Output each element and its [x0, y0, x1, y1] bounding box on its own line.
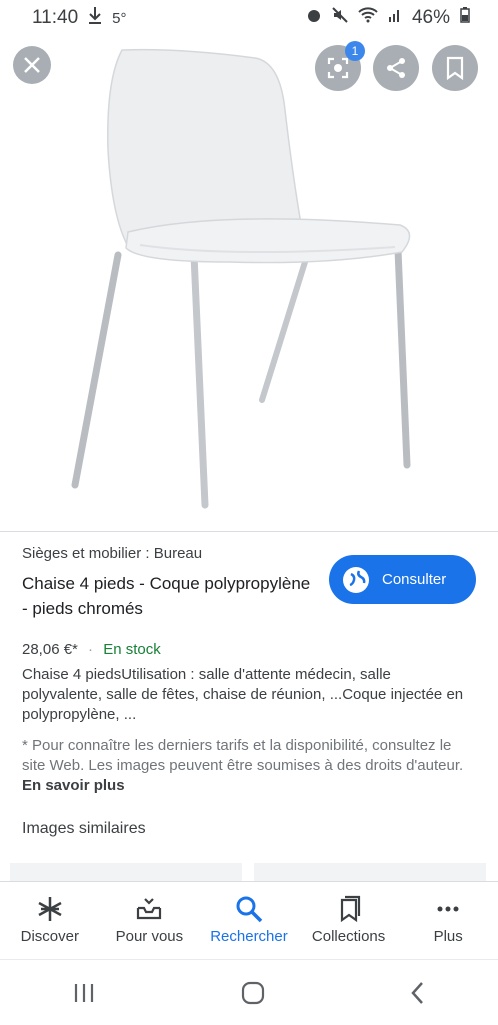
product-category: Sièges et mobilier : Bureau: [22, 545, 203, 562]
product-image[interactable]: [0, 0, 498, 530]
recent-apps-icon[interactable]: [72, 982, 96, 1004]
save-button[interactable]: [432, 45, 478, 91]
battery-icon: [460, 7, 470, 29]
chair-icon: [71, 48, 411, 509]
image-divider: [0, 531, 498, 532]
nav-collections-label: Collections: [311, 928, 386, 945]
status-temp: 5°: [112, 9, 127, 27]
system-nav-bar: [0, 959, 498, 1025]
back-icon[interactable]: [410, 981, 426, 1005]
home-icon[interactable]: [241, 981, 265, 1005]
nav-more-label: Plus: [433, 928, 463, 945]
nav-search[interactable]: Rechercher: [199, 882, 299, 960]
lens-icon: [327, 57, 349, 79]
price-separator: ·: [83, 641, 98, 658]
disclaimer: * Pour connaître les derniers tarifs et …: [22, 736, 474, 796]
similar-thumb-1[interactable]: [10, 863, 242, 883]
inbox-icon: [137, 898, 162, 920]
product-description: Chaise 4 piedsUtilisation : salle d'atte…: [22, 666, 464, 723]
lens-button[interactable]: 1: [315, 41, 365, 91]
similar-images-heading: Images similaires: [22, 820, 146, 837]
stock-status: En stock: [103, 641, 161, 658]
consult-button[interactable]: Consulter: [329, 555, 476, 604]
nav-for-you-label: Pour vous: [115, 928, 184, 945]
signal-icon: [388, 7, 402, 29]
nav-discover-label: Discover: [20, 928, 79, 945]
status-bar: 11:40 5° 46%: [0, 0, 498, 36]
nav-collections[interactable]: Collections: [299, 882, 399, 960]
bookmark-icon: [446, 56, 464, 80]
share-button[interactable]: [373, 45, 419, 91]
more-icon: [437, 906, 459, 912]
mute-icon: [332, 7, 348, 29]
nav-more[interactable]: Plus: [398, 882, 498, 960]
status-time: 11:40: [32, 7, 79, 28]
download-icon: [88, 6, 102, 30]
similar-thumb-2[interactable]: [254, 863, 486, 883]
learn-more-link[interactable]: En savoir plus: [22, 777, 125, 794]
product-title[interactable]: Chaise 4 pieds - Coque polypropylène - p…: [22, 571, 312, 621]
globe-icon: [343, 566, 369, 593]
lens-badge: 1: [345, 41, 365, 61]
nav-search-label: Rechercher: [210, 928, 288, 945]
search-icon: [236, 896, 263, 923]
price-line: 28,06 €* · En stock: [22, 641, 161, 658]
disclaimer-text: * Pour connaître les derniers tarifs et …: [22, 737, 464, 774]
nav-discover[interactable]: Discover: [0, 882, 100, 960]
asterisk-icon: [38, 897, 62, 921]
bottom-nav: Discover Pour vous Rechercher Collection…: [0, 881, 498, 960]
price: 28,06 €*: [22, 641, 78, 658]
wifi-icon: [358, 7, 378, 29]
collections-icon: [340, 895, 360, 923]
share-icon: [387, 58, 405, 78]
battery-percent: 46%: [411, 7, 450, 28]
close-icon: [24, 57, 40, 73]
nav-for-you[interactable]: Pour vous: [100, 882, 200, 960]
close-button[interactable]: [13, 46, 51, 84]
consult-label: Consulter: [382, 571, 447, 588]
alarm-icon: [306, 7, 322, 29]
